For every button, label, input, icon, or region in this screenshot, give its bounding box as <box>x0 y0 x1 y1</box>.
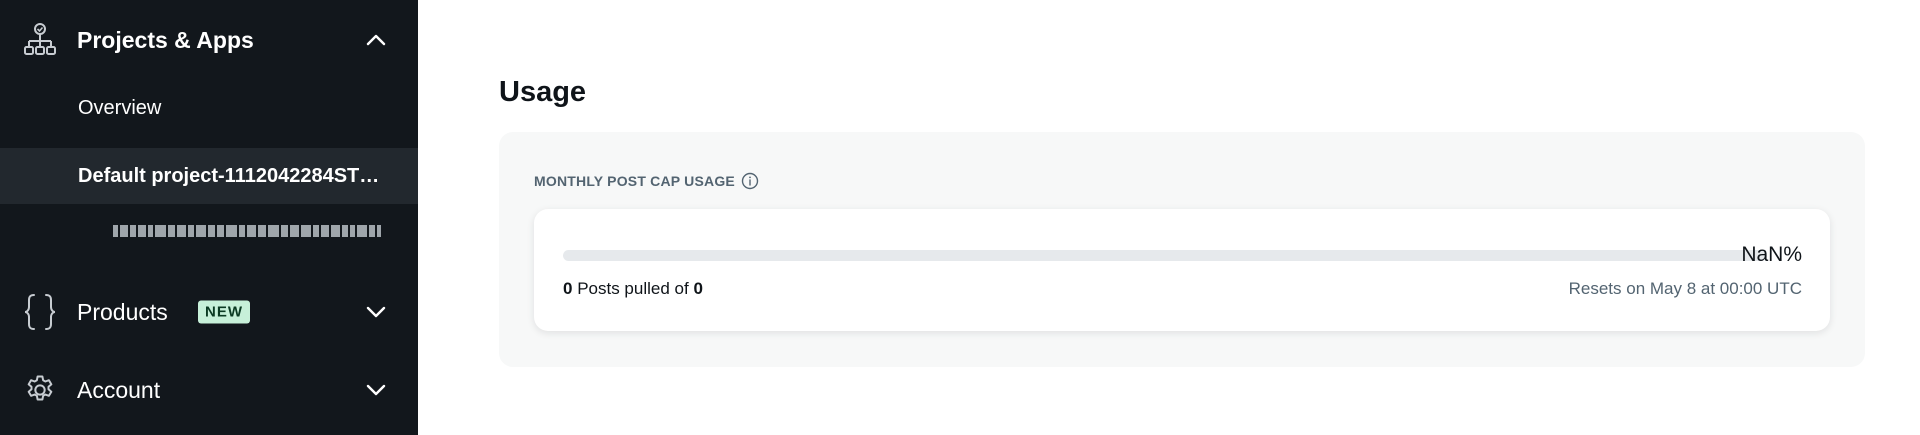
nav-products[interactable]: Products NEW <box>0 282 418 342</box>
sidebar-item-overview-label: Overview <box>78 96 162 119</box>
sidebar-item-default-project-label: Default project-1112042284ST… <box>78 164 380 187</box>
chevron-down-icon[interactable] <box>362 298 390 326</box>
posts-cap-total: 0 <box>693 279 703 298</box>
sidebar-item-default-project[interactable]: Default project-1112042284ST… <box>0 148 418 204</box>
nav-projects-apps[interactable]: Projects & Apps <box>0 10 418 70</box>
usage-progress-bar <box>563 250 1767 261</box>
chevron-down-icon[interactable] <box>362 376 390 404</box>
usage-percent: NaN% <box>1741 243 1802 266</box>
posts-pulled-label: Posts pulled of <box>572 279 694 298</box>
app-id-pixelated <box>113 222 381 240</box>
gear-icon <box>22 372 58 408</box>
reset-date-text: Resets on May 8 at 00:00 UTC <box>1568 279 1802 298</box>
usage-panel: MONTHLY POST CAP USAGE NaN% 0 Posts pull… <box>499 132 1865 367</box>
nav-account-label: Account <box>77 376 161 403</box>
posts-pulled-text: 0 Posts pulled of 0 <box>563 279 703 299</box>
nav-account[interactable]: Account <box>0 360 418 420</box>
new-badge: NEW <box>198 300 250 324</box>
nav-products-label: Products <box>77 298 168 325</box>
page-title: Usage <box>499 76 587 108</box>
chevron-up-icon[interactable] <box>362 26 390 54</box>
sidebar-item-overview[interactable]: Overview <box>0 80 418 136</box>
monthly-post-cap-label: MONTHLY POST CAP USAGE <box>534 173 735 189</box>
hierarchy-icon <box>22 22 58 58</box>
sidebar: Projects & Apps Overview Default project… <box>0 0 418 435</box>
info-icon[interactable] <box>741 172 759 190</box>
usage-card: NaN% 0 Posts pulled of 0 Resets on May 8… <box>534 209 1830 331</box>
sidebar-item-app[interactable] <box>0 203 418 259</box>
braces-icon <box>22 294 58 330</box>
nav-projects-apps-label: Projects & Apps <box>77 26 254 53</box>
monthly-post-cap-heading: MONTHLY POST CAP USAGE <box>534 172 759 190</box>
